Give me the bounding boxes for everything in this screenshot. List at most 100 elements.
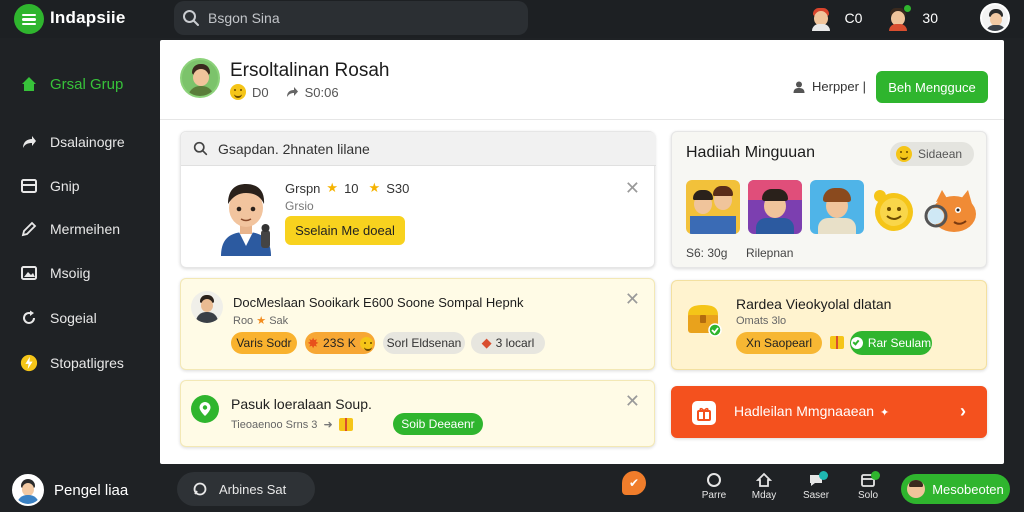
nav-label: Saser (802, 490, 830, 501)
user-profile[interactable]: Pengel liaa (12, 474, 128, 506)
sidebar-item-home[interactable]: Grsal Grup (0, 67, 163, 107)
search-input[interactable] (208, 10, 508, 26)
gift-icon (830, 336, 844, 349)
header-time: S0:06 (304, 84, 339, 100)
close-icon[interactable]: ✕ (625, 391, 640, 412)
reward-thumb-1[interactable] (686, 180, 740, 234)
task-title: Rardea Vieokyolal dlatan (736, 296, 892, 312)
join-button[interactable]: Beh Mengguce (876, 71, 988, 103)
location-pin-icon (191, 395, 219, 423)
card-search-bar[interactable]: Gsapdan. 2hnaten lilane (181, 132, 656, 166)
chat-input-pill[interactable]: Arbines Sat (177, 472, 315, 506)
burst-icon: ✸ (307, 334, 320, 351)
nav-label: Mday (751, 490, 777, 501)
cta-label: Hadleilan Mmgnaaean ✦ (734, 403, 889, 419)
nav-item-3[interactable]: Solo (850, 471, 886, 501)
helper-label: Herpper | (812, 79, 866, 94)
group-sub-text: Tieoaenoo Srns 3 (231, 418, 318, 431)
task-action-label: Rar Seulam (867, 336, 932, 350)
share-icon (20, 133, 38, 151)
sidebar-item-label: Sogeial (50, 310, 97, 326)
sidebar-item-label: Msoiig (50, 265, 91, 281)
sidebar-item-social[interactable]: Sogeial (0, 301, 160, 335)
main-panel: Ersoltalinan Rosah D0 S0:06 Herpper | Be… (160, 40, 1004, 464)
nav-label: Parre (701, 490, 727, 501)
home-icon (20, 75, 38, 93)
notice-subtitle: Roo ★ Sak (233, 314, 288, 327)
profile-search-card: Gsapdan. 2hnaten lilane Grspn ★ 10 ★ S30… (180, 131, 656, 268)
select-profile-button[interactable]: Sselain Me doeal (285, 216, 405, 245)
member-count: D0 (252, 84, 269, 100)
search-icon (193, 141, 208, 156)
cta-label-text: Hadleilan Mmgnaaean (734, 403, 875, 419)
reward-badge-label: Sidaean (918, 147, 963, 161)
chat-icon (798, 471, 834, 490)
sidebar-item-media[interactable]: Msoiig (0, 256, 160, 290)
message-bubble-icon[interactable]: ✔ (622, 471, 646, 495)
close-icon[interactable]: ✕ (625, 289, 640, 310)
sidebar-item-settings[interactable]: Stopatligres (0, 346, 160, 380)
task-pill[interactable]: Xn Saopearl (736, 332, 822, 354)
sidebar-item-share[interactable]: Dsalainogre (0, 125, 160, 159)
reward-badge[interactable]: Sidaean (890, 142, 974, 166)
reward-link[interactable]: Rilepnan (746, 246, 793, 260)
smiley-icon (230, 84, 246, 100)
helper-link[interactable]: Herpper | (792, 79, 866, 94)
sidebar-item-edit[interactable]: Mermeihen (0, 212, 160, 246)
location-pill[interactable]: ◆ 3 locarl (471, 332, 545, 354)
sidebar-item-label: Mermeihen (50, 221, 121, 237)
chat-bubble-icon (193, 482, 207, 496)
treasure-chest-icon (688, 305, 722, 337)
notice-card: DocMeslaan Sooikark E600 Soone Sompal He… (180, 278, 655, 370)
arrow-right-icon: ➜ (323, 419, 333, 431)
chat-input-label: Arbines Sat (219, 481, 287, 497)
sidebar-item-label: Stopatligres (50, 355, 124, 371)
character-illustration (221, 184, 271, 256)
task-subtitle: Omats 3lo (736, 315, 787, 327)
check-circle-icon (850, 337, 863, 349)
weekly-reward-card: Hadiiah Minguuan Sidaean S6: 30g Rilepna… (671, 131, 987, 268)
message-button[interactable]: Mesobeoten (901, 474, 1010, 504)
reward-thumb-2[interactable] (748, 180, 802, 234)
nav-item-2[interactable]: Saser (798, 471, 834, 501)
page-title: Ersoltalinan Rosah (230, 60, 390, 81)
search-bar[interactable] (174, 1, 528, 35)
task-pill-label: Xn Saopearl (745, 336, 813, 350)
menu-logo-icon[interactable] (14, 4, 44, 34)
user-avatar (12, 474, 44, 506)
nav-item-1[interactable]: Mday (746, 472, 782, 501)
detail-pill[interactable]: Sorl Eldsenan (383, 332, 465, 354)
profile-avatar[interactable] (980, 3, 1010, 33)
score-pill[interactable]: ✸ 23S K (305, 332, 375, 354)
nav-item-0[interactable]: Parre (696, 472, 732, 501)
tag-pill[interactable]: Varis Sodr (231, 332, 297, 354)
notice-sub-text: Roo (233, 315, 254, 327)
online-dot (903, 4, 913, 13)
smiley-icon (896, 146, 912, 162)
task-card: Rardea Vieokyolal dlatan Omats 3lo Xn Sa… (671, 280, 987, 370)
sidebar-item-label: Gnip (50, 178, 80, 194)
bottom-bar: Arbines Sat ✔ Parre Mday Saser Solo Meso… (160, 464, 1024, 512)
profile-name: Grspn (285, 180, 321, 196)
weekly-reward-cta[interactable]: Hadleilan Mmgnaaean ✦ › (671, 386, 987, 438)
group-avatar (180, 58, 220, 98)
group-join-button[interactable]: Soib Deeaenr (393, 413, 483, 435)
reward-amount: S6: 30g (686, 246, 728, 260)
notification-count: C0 (844, 10, 863, 26)
header-meta: D0 S0:06 (230, 84, 339, 100)
calendar-icon (850, 471, 886, 490)
friend-count: 30 (922, 10, 938, 26)
sidebar-item-box[interactable]: Gnip (0, 169, 160, 203)
task-action-button[interactable]: Rar Seulam (850, 331, 932, 355)
score-pill-label: 23S K (323, 336, 356, 350)
reward-thumb-3[interactable] (810, 180, 864, 234)
friend-avatar-icon[interactable] (886, 4, 913, 31)
badge-dot (819, 471, 828, 480)
close-icon[interactable]: ✕ (625, 178, 640, 199)
sidebar-item-label: Dsalainogre (50, 134, 125, 150)
notification-avatar-icon[interactable] (809, 6, 833, 31)
search-icon (183, 10, 199, 26)
reward-title: Hadiiah Minguuan (686, 144, 815, 161)
coin-smiley-icon (874, 190, 913, 231)
profile-subtitle: Grsio (285, 199, 314, 213)
